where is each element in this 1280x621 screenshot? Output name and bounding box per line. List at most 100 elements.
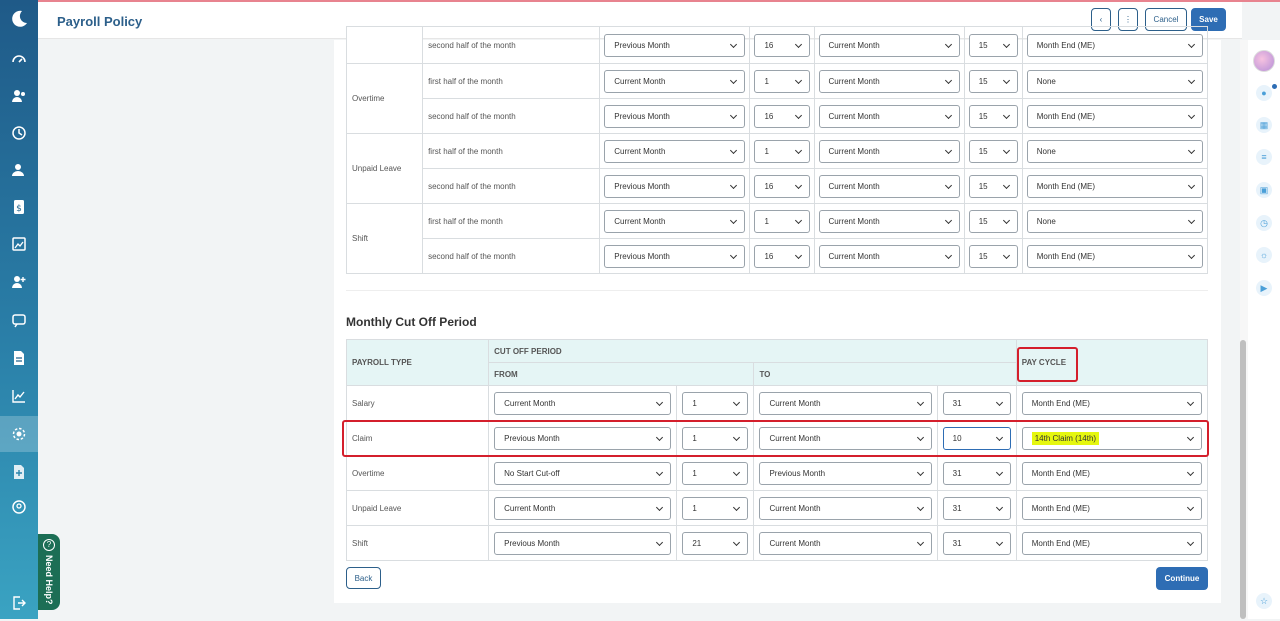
- from-month-select[interactable]: No Start Cut-off: [494, 461, 672, 485]
- pay-cycle-select[interactable]: Month End (ME): [1021, 496, 1202, 520]
- support-icon[interactable]: ☼: [1256, 247, 1272, 263]
- star-icon[interactable]: ☆: [1256, 593, 1272, 609]
- from-day-select[interactable]: 16: [754, 104, 810, 128]
- pay-cycle-select-value: Month End (ME): [1031, 503, 1090, 513]
- to-month-select[interactable]: Current Month: [818, 69, 960, 93]
- from-day-select[interactable]: 1: [682, 461, 749, 485]
- to-month-select[interactable]: Current Month: [818, 244, 960, 268]
- table-row: Shift Previous Month 21 Current Month 31 Mont…: [345, 525, 1209, 561]
- from-month-select[interactable]: Current Month: [604, 209, 746, 233]
- sidebar-item-analytics[interactable]: [0, 378, 38, 414]
- to-day-select[interactable]: 15: [968, 174, 1018, 198]
- pay-cycle-select[interactable]: Month End (ME): [1026, 33, 1203, 57]
- from-month-select-value: Previous Month: [614, 181, 670, 191]
- pay-cycle-select[interactable]: None: [1026, 69, 1203, 93]
- clipboard-icon[interactable]: ▣: [1256, 182, 1272, 198]
- table-cell: 16: [749, 168, 815, 204]
- to-day-select[interactable]: 15: [968, 209, 1018, 233]
- sidebar-item-payroll[interactable]: $: [0, 189, 38, 225]
- to-day-select[interactable]: 15: [968, 69, 1018, 93]
- to-month-select[interactable]: Current Month: [759, 391, 932, 415]
- to-month-select[interactable]: Current Month: [759, 496, 932, 520]
- account-icon: [12, 500, 26, 514]
- payroll-type-label: Shift: [345, 203, 424, 274]
- pay-cycle-select[interactable]: None: [1026, 139, 1203, 163]
- pay-cycle-select[interactable]: Month End (ME): [1021, 461, 1202, 485]
- to-day-select[interactable]: 15: [968, 244, 1018, 268]
- from-month-select[interactable]: Current Month: [494, 496, 672, 520]
- to-month-select[interactable]: Current Month: [818, 174, 960, 198]
- from-month-select[interactable]: Previous Month: [604, 104, 746, 128]
- to-day-select[interactable]: 15: [968, 33, 1018, 57]
- pay-cycle-select[interactable]: Month End (ME): [1026, 244, 1203, 268]
- from-day-select[interactable]: 21: [682, 531, 749, 555]
- to-month-select[interactable]: Current Month: [759, 531, 932, 555]
- app-logo[interactable]: [9, 9, 29, 29]
- from-month-select-value: Previous Month: [614, 111, 670, 121]
- to-month-select[interactable]: Current Month: [818, 209, 960, 233]
- scrollbar-thumb[interactable]: [1240, 340, 1246, 619]
- table-cell: None: [1021, 133, 1209, 169]
- from-day-select[interactable]: 16: [754, 244, 810, 268]
- to-month-select[interactable]: Current Month: [818, 104, 960, 128]
- sidebar-item-reports[interactable]: [0, 226, 38, 262]
- from-day-select[interactable]: 1: [754, 139, 810, 163]
- table-cell: 31: [936, 385, 1017, 421]
- to-day-select[interactable]: 31: [942, 461, 1011, 485]
- from-month-select[interactable]: Previous Month: [494, 531, 672, 555]
- pay-cycle-select[interactable]: Month End (ME): [1021, 531, 1202, 555]
- back-button[interactable]: Back: [346, 567, 381, 589]
- from-month-select[interactable]: Previous Month: [604, 33, 746, 57]
- to-day-select[interactable]: 15: [968, 104, 1018, 128]
- sidebar-item-documents[interactable]: [0, 340, 38, 376]
- sidebar-item-recruitment[interactable]: [0, 264, 38, 300]
- to-month-select[interactable]: Previous Month: [759, 461, 932, 485]
- to-month-select[interactable]: Current Month: [818, 33, 960, 57]
- list-icon[interactable]: ≡: [1256, 149, 1272, 165]
- to-day-select[interactable]: 31: [942, 531, 1011, 555]
- table-cell: 15: [963, 203, 1023, 239]
- table-row: Salary Current Month 1 Current Month 31 Month…: [345, 385, 1209, 421]
- reports-icon: [12, 237, 26, 251]
- from-day-select[interactable]: 1: [682, 496, 749, 520]
- sidebar-item-logout[interactable]: [0, 585, 38, 621]
- pay-cycle-select[interactable]: Month End (ME): [1026, 174, 1203, 198]
- sidebar-item-leave[interactable]: [0, 152, 38, 188]
- calendar-icon[interactable]: ▦: [1256, 117, 1272, 133]
- from-day-select[interactable]: 1: [682, 391, 749, 415]
- table-cell: 1: [676, 455, 755, 491]
- pay-cycle-select[interactable]: Month End (ME): [1026, 104, 1203, 128]
- pay-cycle-select[interactable]: None: [1026, 209, 1203, 233]
- timer-icon[interactable]: ◷: [1256, 215, 1272, 231]
- media-icon[interactable]: ▶: [1256, 280, 1272, 296]
- notification-bell-icon[interactable]: ●: [1256, 85, 1272, 101]
- documents-icon: [14, 351, 24, 365]
- to-month-select[interactable]: Current Month: [818, 139, 960, 163]
- from-day-select[interactable]: 1: [754, 209, 810, 233]
- sidebar-item-settings[interactable]: [0, 416, 38, 452]
- sidebar-item-dashboard[interactable]: [0, 41, 38, 77]
- to-day-select[interactable]: 31: [942, 496, 1011, 520]
- need-help-tab[interactable]: ? Need Help?: [38, 534, 60, 610]
- sidebar-item-messages[interactable]: [0, 302, 38, 338]
- from-day-select[interactable]: 1: [754, 69, 810, 93]
- to-day-select[interactable]: 31: [942, 391, 1011, 415]
- from-month-select[interactable]: Previous Month: [604, 244, 746, 268]
- continue-button[interactable]: Continue: [1156, 567, 1208, 590]
- table-cell: None: [1021, 63, 1209, 99]
- sidebar-item-attendance[interactable]: [0, 115, 38, 151]
- from-day-select[interactable]: 16: [754, 174, 810, 198]
- sidebar-item-add-document[interactable]: [0, 454, 38, 490]
- sidebar-item-account[interactable]: [0, 489, 38, 525]
- sidebar-item-employees[interactable]: [0, 78, 38, 114]
- from-month-select[interactable]: Previous Month: [604, 174, 746, 198]
- from-month-select[interactable]: Current Month: [494, 391, 672, 415]
- table-cell: Current Month: [488, 385, 678, 421]
- from-day-select[interactable]: 16: [754, 33, 810, 57]
- from-month-select[interactable]: Current Month: [604, 139, 746, 163]
- to-day-select[interactable]: 15: [968, 139, 1018, 163]
- table-row: Unpaid Leave first half of the month Curre…: [345, 133, 1209, 204]
- pay-cycle-select[interactable]: Month End (ME): [1021, 391, 1202, 415]
- avatar[interactable]: [1253, 50, 1275, 72]
- from-month-select[interactable]: Current Month: [604, 69, 746, 93]
